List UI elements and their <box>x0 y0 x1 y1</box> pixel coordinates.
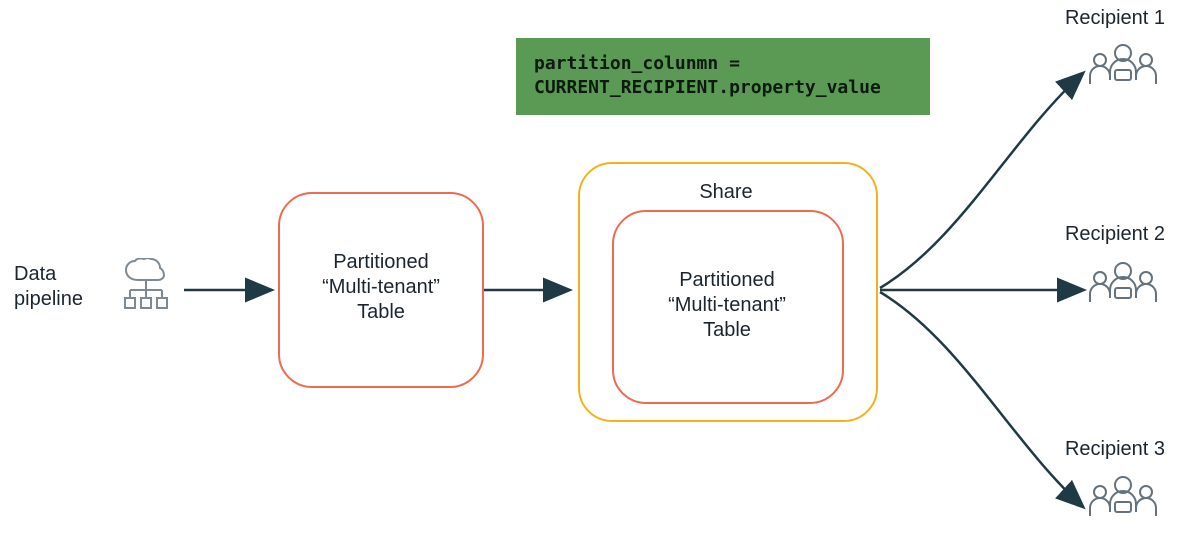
recipient-2-label: Recipient 2 <box>1050 222 1180 247</box>
partitioned-table-right-label: Partitioned “Multi-tenant” Table <box>624 268 830 343</box>
recipient-3-label: Recipient 3 <box>1050 437 1180 462</box>
recipient-group-icon <box>1088 472 1158 518</box>
recipient-group-icon <box>1088 258 1158 304</box>
recipient-1-label: Recipient 1 <box>1050 6 1180 31</box>
data-pipeline-icon <box>118 258 176 310</box>
partition-filter-code-banner: partition_colunmn = CURRENT_RECIPIENT.pr… <box>516 38 930 115</box>
share-label: Share <box>640 180 812 205</box>
diagram-canvas: Data pipeline Partitioned “Multi-tenant”… <box>0 0 1200 555</box>
data-pipeline-label: Data pipeline <box>14 262 104 312</box>
recipient-group-icon <box>1088 40 1158 86</box>
partitioned-table-left-label: Partitioned “Multi-tenant” Table <box>288 250 474 325</box>
